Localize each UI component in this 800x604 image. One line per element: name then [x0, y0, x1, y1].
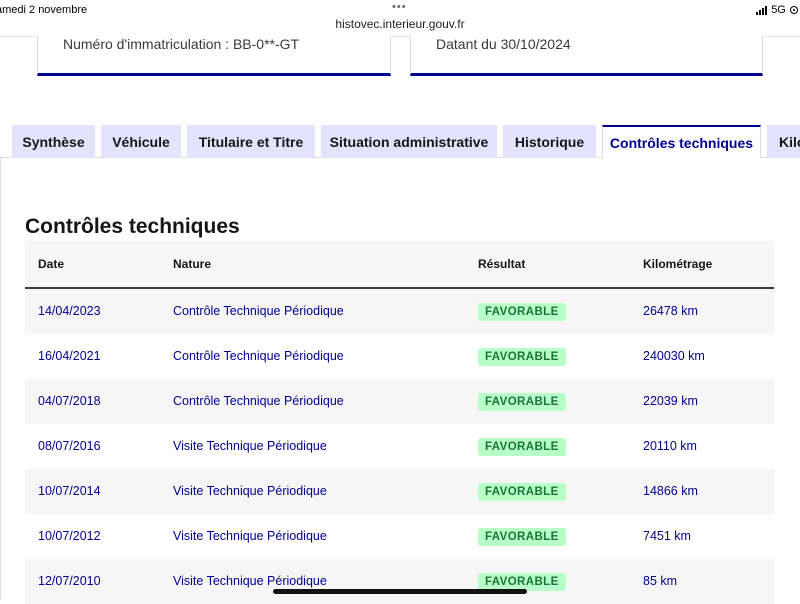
cell-kilometrage: 240030 km	[643, 349, 705, 363]
report-date-card: Datant du 30/10/2024	[410, 36, 763, 76]
more-dots-icon[interactable]: •••	[392, 1, 407, 13]
home-indicator[interactable]	[273, 589, 527, 594]
status-time: amedi 2 novembre	[0, 4, 88, 16]
status-badge: FAVORABLE	[478, 347, 566, 366]
cell-date: 12/07/2010	[38, 574, 101, 588]
status-badge: FAVORABLE	[478, 302, 566, 321]
table-row: 10/07/2012 Visite Technique Périodique F…	[25, 514, 774, 559]
cell-kilometrage: 7451 km	[643, 529, 691, 543]
address-bar-url[interactable]: histovec.interieur.gouv.fr	[0, 17, 800, 31]
cell-resultat: FAVORABLE	[478, 559, 566, 604]
tab-titulaire-titre[interactable]: Titulaire et Titre	[187, 125, 315, 158]
immatriculation-text: Numéro d'immatriculation : BB-0**-GT	[63, 36, 300, 52]
report-date-text: Datant du 30/10/2024	[436, 36, 571, 52]
cell-kilometrage: 20110 km	[643, 439, 697, 453]
cell-nature: Visite Technique Périodique	[173, 574, 327, 588]
table-row: 08/07/2016 Visite Technique Périodique F…	[25, 424, 774, 469]
table-row: 16/04/2021 Contrôle Technique Périodique…	[25, 334, 774, 379]
header-nature: Nature	[173, 257, 212, 271]
tab-kilometrage[interactable]: Kilo	[767, 125, 800, 158]
table-row: 10/07/2014 Visite Technique Périodique F…	[25, 469, 774, 514]
cell-date: 08/07/2016	[38, 439, 101, 453]
tab-vehicule[interactable]: Véhicule	[101, 125, 181, 158]
status-badge: FAVORABLE	[478, 527, 566, 546]
status-icons: 5G 9	[756, 4, 800, 16]
cell-nature: Contrôle Technique Périodique	[173, 304, 344, 318]
cell-kilometrage: 22039 km	[643, 394, 698, 408]
controles-table: Date Nature Résultat Kilométrage 14/04/2…	[25, 241, 774, 604]
cell-kilometrage: 85 km	[643, 574, 678, 588]
tab-synthese[interactable]: Synthèse	[12, 125, 95, 158]
cell-resultat: FAVORABLE	[478, 514, 566, 559]
status-badge: FAVORABLE	[478, 392, 566, 411]
cell-resultat: FAVORABLE	[478, 469, 566, 514]
cell-resultat: FAVORABLE	[478, 289, 566, 334]
status-badge: FAVORABLE	[478, 437, 566, 456]
cell-resultat: FAVORABLE	[478, 334, 566, 379]
header-resultat: Résultat	[478, 257, 526, 271]
header-date: Date	[38, 257, 65, 271]
cell-date: 14/04/2023	[38, 304, 101, 318]
cell-date: 16/04/2021	[38, 349, 101, 363]
table-row: 12/07/2010 Visite Technique Périodique F…	[25, 559, 774, 604]
immatriculation-card: Numéro d'immatriculation : BB-0**-GT	[37, 36, 391, 76]
cell-nature: Visite Technique Périodique	[173, 529, 327, 543]
table-header: Date Nature Résultat Kilométrage	[25, 241, 774, 289]
status-bar: amedi 2 novembre ••• histovec.interieur.…	[0, 0, 800, 37]
section-title: Contrôles techniques	[25, 215, 240, 238]
cell-resultat: FAVORABLE	[478, 424, 566, 469]
location-icon	[789, 6, 798, 14]
header-kilometrage: Kilométrage	[643, 257, 713, 271]
status-badge: FAVORABLE	[478, 482, 566, 501]
cell-date: 04/07/2018	[38, 394, 101, 408]
tab-historique[interactable]: Historique	[503, 125, 596, 158]
signal-icon	[756, 5, 768, 15]
cell-nature: Contrôle Technique Périodique	[173, 394, 344, 408]
table-row: 14/04/2023 Contrôle Technique Périodique…	[25, 289, 774, 334]
cell-nature: Contrôle Technique Périodique	[173, 349, 344, 363]
status-badge: FAVORABLE	[478, 572, 566, 591]
cell-date: 10/07/2014	[38, 484, 101, 498]
tab-situation-administrative[interactable]: Situation administrative	[321, 125, 497, 158]
cell-resultat: FAVORABLE	[478, 379, 566, 424]
cell-nature: Visite Technique Périodique	[173, 484, 327, 498]
cell-nature: Visite Technique Périodique	[173, 439, 327, 453]
table-row: 04/07/2018 Contrôle Technique Périodique…	[25, 379, 774, 424]
network-label: 5G	[771, 4, 786, 16]
tab-list: Synthèse Véhicule Titulaire et Titre Sit…	[12, 125, 800, 158]
cell-kilometrage: 26478 km	[643, 304, 698, 318]
cell-kilometrage: 14866 km	[643, 484, 698, 498]
tab-controles-techniques[interactable]: Contrôles techniques	[602, 125, 761, 158]
cell-date: 10/07/2012	[38, 529, 101, 543]
